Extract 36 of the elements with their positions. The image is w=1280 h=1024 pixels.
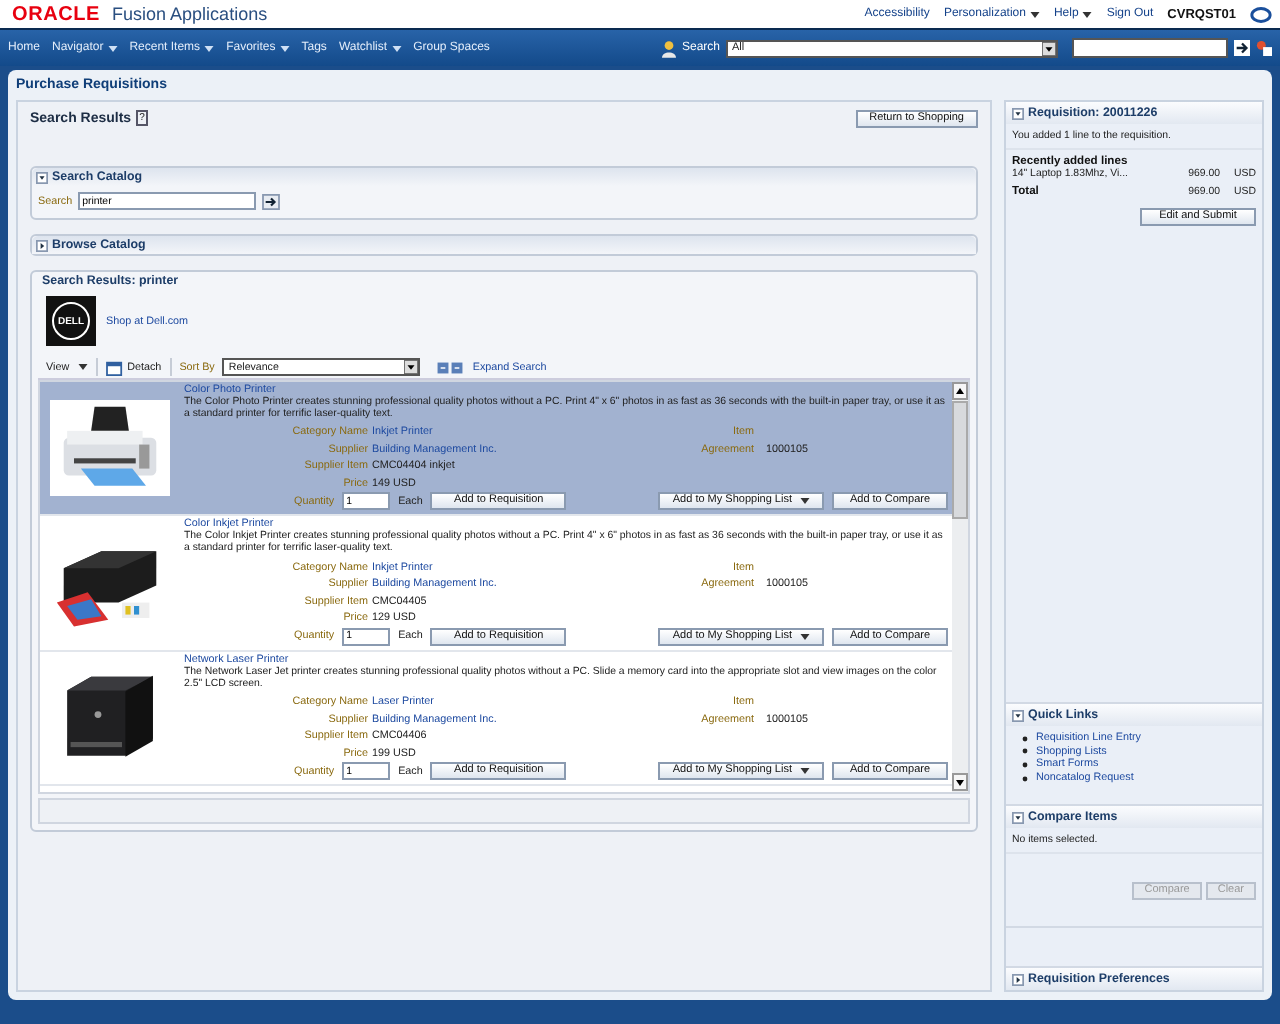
scrollbar[interactable]	[952, 382, 968, 792]
caret-icon	[1029, 11, 1040, 17]
disclosure-icon[interactable]	[36, 171, 48, 183]
oracle-logo: ORACLE	[12, 3, 101, 25]
tools-icon[interactable]	[1256, 40, 1272, 56]
expand-search-icon[interactable]	[436, 359, 465, 375]
caret-icon	[800, 633, 810, 640]
bullet-icon	[1022, 761, 1028, 768]
caret-icon	[204, 45, 215, 51]
result-row[interactable]	[40, 651, 952, 787]
bullet-icon	[1022, 748, 1028, 755]
person-icon[interactable]	[661, 39, 676, 57]
caret-icon	[800, 768, 810, 775]
go-arrow-icon[interactable]	[1234, 40, 1250, 56]
bullet-icon	[1022, 735, 1028, 742]
caret-icon	[391, 45, 402, 51]
disclosure-icon[interactable]	[1012, 107, 1024, 119]
result-row[interactable]	[40, 382, 952, 517]
disclosure-icon[interactable]	[1012, 973, 1024, 985]
bullet-icon	[1022, 775, 1028, 782]
ring-icon[interactable]	[1250, 5, 1272, 23]
search-field[interactable]	[1072, 38, 1228, 58]
product-name: Fusion Applications	[112, 4, 268, 24]
disclosure-icon[interactable]	[1012, 709, 1024, 721]
caret-icon	[107, 45, 118, 51]
go-arrow-icon[interactable]	[262, 193, 281, 209]
disclosure-icon[interactable]	[36, 239, 48, 251]
detach-icon	[105, 359, 124, 375]
result-row[interactable]	[40, 516, 952, 652]
caret-icon	[1082, 11, 1093, 17]
dropdown-arrow-icon	[404, 360, 419, 374]
caret-icon	[279, 45, 290, 51]
caret-icon	[77, 364, 88, 370]
caret-icon	[800, 498, 810, 505]
dropdown-arrow-icon	[1042, 41, 1056, 55]
disclosure-icon[interactable]	[1012, 811, 1024, 823]
